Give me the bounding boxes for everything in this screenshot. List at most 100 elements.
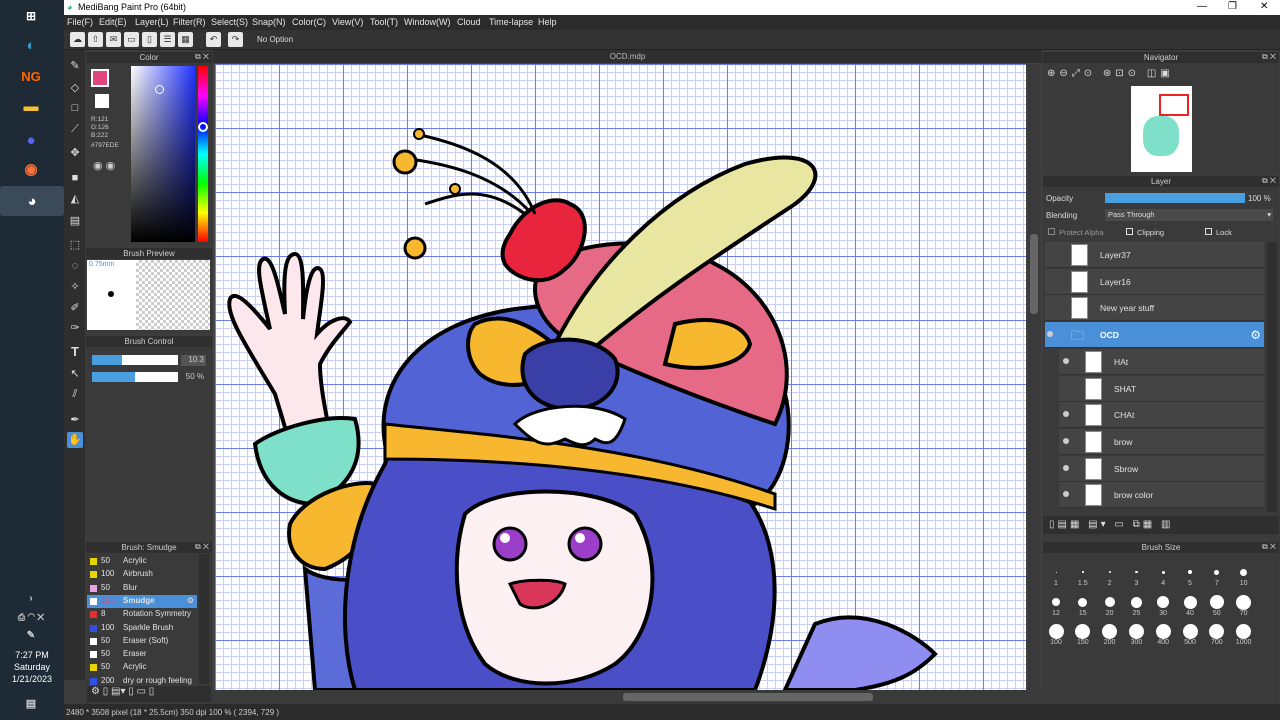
menu-tool[interactable]: Tool(T) — [370, 17, 398, 27]
brush-size-preset[interactable]: 50 — [1206, 593, 1228, 621]
layer-folder-row[interactable]: 🗀 OCD ⚙ — [1045, 322, 1264, 349]
line-tool-icon[interactable]: ⟋ — [67, 121, 83, 137]
brush-tool-icon[interactable]: ✎ — [67, 58, 83, 74]
discord-icon[interactable]: ● — [16, 127, 46, 153]
brush-size-preset[interactable]: 10 — [1233, 563, 1255, 591]
primary-color-swatch[interactable] — [91, 69, 109, 87]
brush-size-preset[interactable]: 1000 — [1233, 622, 1255, 650]
brush-list-item[interactable]: 50 Acrylic — [87, 661, 197, 674]
menu-help[interactable]: Help — [538, 17, 557, 27]
clipping-checkbox[interactable] — [1126, 228, 1133, 235]
undo-icon[interactable]: ↶ — [206, 32, 221, 47]
brush-size-preset[interactable]: 30 — [1152, 593, 1174, 621]
horizontal-scrollbar[interactable] — [213, 690, 1042, 704]
horizontal-scroll-thumb[interactable] — [623, 693, 873, 701]
menu-view[interactable]: View(V) — [332, 17, 363, 27]
hand-tool-icon[interactable]: ✋ — [67, 432, 83, 448]
brush-size-preset[interactable]: 15 — [1072, 593, 1094, 621]
operation-tool-icon[interactable]: ↖ — [67, 366, 83, 382]
cloud-icon[interactable]: ☁ — [70, 32, 85, 47]
layer-visibility-icon[interactable] — [1047, 331, 1053, 338]
newgrounds-icon[interactable]: NG — [16, 63, 46, 89]
edge-icon[interactable]: ◐ — [16, 32, 46, 58]
file-explorer-icon[interactable]: ▬ — [16, 93, 46, 119]
layer-visibility-icon[interactable] — [1063, 464, 1069, 471]
notification-icon[interactable]: ▤ — [16, 690, 46, 716]
layer-row[interactable]: HAt — [1059, 348, 1264, 375]
menu-file[interactable]: File(F) — [67, 17, 93, 27]
menu-select[interactable]: Select(S) — [211, 17, 248, 27]
restore-icon[interactable]: ❐ — [1228, 1, 1237, 12]
list-icon[interactable]: ☰ — [160, 32, 175, 47]
brush-size-preset[interactable]: 1.5 — [1072, 563, 1094, 591]
medibang-taskbar-icon[interactable]: ◕ — [0, 186, 64, 216]
layer-row[interactable]: New year stuff — [1045, 295, 1264, 322]
brush-size-preset[interactable]: 200 — [1099, 622, 1121, 650]
rectangle-tool-icon[interactable]: ■ — [67, 170, 83, 186]
document-tab[interactable]: OCD.mdp — [213, 50, 1042, 63]
brush-list-actions[interactable]: ⚙ ▯ ▤▾ ▯ ▭ ▯ — [87, 686, 211, 702]
menu-snap[interactable]: Snap(N) — [252, 17, 286, 27]
menu-edit[interactable]: Edit(E) — [99, 17, 127, 27]
redo-icon[interactable]: ↷ — [228, 32, 243, 47]
brush-list-item[interactable]: 100 Airbrush — [87, 568, 197, 581]
brush-size-preset[interactable]: 700 — [1206, 622, 1228, 650]
brush-size-preset[interactable]: 400 — [1152, 622, 1174, 650]
brush-size-preset[interactable]: 100 — [1045, 622, 1067, 650]
color-picker-cursor[interactable] — [155, 85, 164, 94]
brush-list-item[interactable]: 10.3 Smudge ⚙ — [87, 594, 197, 608]
eraser-tool-icon[interactable]: ◇ — [67, 80, 83, 96]
layer-row[interactable]: brow — [1059, 428, 1264, 455]
eyedropper-icon[interactable]: ✒ — [67, 412, 83, 428]
menu-timelapse[interactable]: Time-lapse — [489, 17, 533, 27]
brush-list-item[interactable]: 50 Blur — [87, 582, 197, 595]
brush-list-scrollbar[interactable] — [199, 554, 209, 684]
brush-size-preset[interactable]: 7 — [1206, 563, 1228, 591]
brush-size-preset[interactable]: 5 — [1179, 563, 1201, 591]
comment-icon[interactable]: ✉ — [106, 32, 121, 47]
menu-layer[interactable]: Layer(L) — [135, 17, 169, 27]
firefox-icon[interactable]: ◉ — [16, 156, 46, 182]
brush-size-preset[interactable]: 300 — [1125, 622, 1147, 650]
upload-icon[interactable]: ⇧ — [88, 32, 103, 47]
divide-tool-icon[interactable]: ⫽ — [67, 386, 83, 402]
panel-controls-icon[interactable]: ⧉ ✕ — [1262, 176, 1276, 186]
panel-controls-icon[interactable]: ⧉ ✕ — [195, 542, 209, 552]
select-eraser-icon[interactable]: ✑ — [67, 320, 83, 336]
grid-icon[interactable]: ▦ — [178, 32, 193, 47]
layer-visibility-icon[interactable] — [1063, 357, 1069, 364]
brush-list-item[interactable]: 100 Sparkle Brush — [87, 622, 197, 635]
layer-row[interactable]: SHAT — [1059, 375, 1264, 402]
magic-wand-icon[interactable]: ✧ — [67, 279, 83, 295]
layer-opacity-slider[interactable] — [1105, 193, 1245, 203]
menu-cloud[interactable]: Cloud — [457, 17, 481, 27]
vertical-scrollbar[interactable] — [1027, 64, 1041, 690]
brush-size-preset[interactable]: 4 — [1152, 563, 1174, 591]
brush-size-preset[interactable]: 70 — [1233, 593, 1255, 621]
brush-size-slider[interactable] — [92, 355, 178, 365]
message-icon[interactable]: ▭ — [124, 32, 139, 47]
secondary-color-swatch[interactable] — [95, 94, 109, 108]
menu-filter[interactable]: Filter(R) — [173, 17, 206, 27]
minimize-icon[interactable]: — — [1197, 1, 1207, 12]
navigator-thumbnail[interactable] — [1131, 86, 1192, 172]
brush-size-value[interactable]: 10.3 — [181, 355, 206, 366]
brush-list-item[interactable]: 8 Rotation Symmetry — [87, 608, 197, 621]
brush-size-preset[interactable]: 25 — [1125, 593, 1147, 621]
navigator-viewport-box[interactable] — [1159, 94, 1189, 116]
brush-size-preset[interactable]: 40 — [1179, 593, 1201, 621]
layer-row[interactable]: Layer37 — [1045, 242, 1264, 268]
page-icon[interactable]: ▯ — [142, 32, 157, 47]
layer-row[interactable]: brow color — [1059, 482, 1264, 509]
layer-visibility-icon[interactable] — [1063, 491, 1069, 498]
layer-row[interactable]: Sbrow — [1059, 455, 1264, 482]
layer-list-scrollbar[interactable] — [1267, 242, 1277, 512]
lasso-tool-icon[interactable]: ◌ — [67, 258, 83, 274]
clock-time[interactable]: 7:27 PM — [0, 650, 64, 660]
windows-start-icon[interactable]: ⊞ — [16, 3, 46, 29]
hue-slider[interactable] — [198, 66, 208, 242]
protect-alpha-checkbox[interactable] — [1048, 228, 1055, 235]
select-rect-icon[interactable]: ⬚ — [67, 237, 83, 253]
brush-size-preset[interactable]: 1 — [1045, 563, 1067, 591]
brush-size-preset[interactable]: 150 — [1072, 622, 1094, 650]
